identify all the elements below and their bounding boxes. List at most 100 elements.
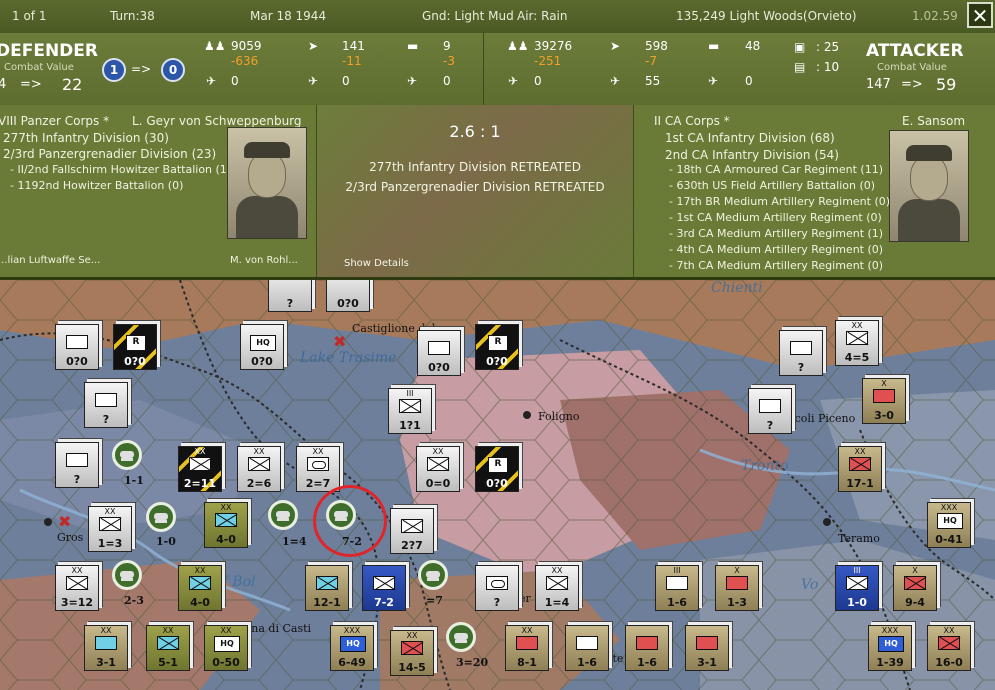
attacker-commander-portrait — [889, 130, 969, 242]
unit-counter[interactable]: ? — [55, 442, 99, 488]
unit-counter[interactable]: R 0?0 — [475, 324, 519, 370]
defender-commander: L. Geyr von Schweppenburg — [132, 114, 302, 128]
defender-corps: VIII Panzer Corps * — [0, 114, 110, 128]
bomber-icon: ✈ — [610, 74, 621, 88]
unit-counter[interactable]: R 0?0 — [113, 324, 157, 370]
unit-counter[interactable]: 0?0 — [55, 324, 99, 370]
unit-counter[interactable]: XX 2=7 — [296, 446, 340, 492]
unit-counter[interactable]: XX 5-1 — [146, 625, 190, 671]
armor-badge[interactable] — [418, 560, 448, 590]
unit-counter[interactable]: X 9-4 — [893, 565, 937, 611]
unit-counter[interactable]: HQ 0?0 — [240, 324, 284, 370]
armor-badge[interactable] — [112, 560, 142, 590]
fuel-icon: ▤ — [794, 60, 806, 74]
armor-badge[interactable] — [146, 502, 176, 532]
unit-counter[interactable]: 7-2 — [362, 565, 406, 611]
unit-counter[interactable]: XX 1=4 — [535, 565, 579, 611]
unit-counter[interactable]: XXX HQ 1-39 — [868, 625, 912, 671]
unit-counter[interactable]: 0?0 — [417, 330, 461, 376]
unit-counter[interactable]: 1-6 — [625, 625, 669, 671]
close-button[interactable]: ✕ — [967, 2, 993, 28]
map-label-ascoli: scoli Piceno — [789, 412, 856, 425]
defender-unit-cut: M. von Rohl... — [230, 255, 298, 266]
combat-details-panel: VIII Panzer Corps * L. Geyr von Schweppe… — [0, 105, 995, 280]
defender-men-loss: -636 — [231, 54, 259, 68]
unit-counter[interactable]: XX 14-5 — [390, 630, 434, 676]
unit-counter[interactable]: 1-6 — [565, 625, 609, 671]
unit-counter[interactable]: XX 0=0 — [416, 446, 460, 492]
air-condition: Air: Rain — [517, 9, 568, 23]
unit-counter[interactable]: XX 17-1 — [838, 446, 882, 492]
unit-counter[interactable]: 0?0 — [326, 280, 370, 312]
defender-title: DEFENDER — [0, 41, 98, 61]
unit-counter[interactable]: XX 2=11 — [178, 446, 222, 492]
unit-strength: 1-0 — [156, 535, 176, 548]
unit-counter[interactable]: R 0?0 — [475, 446, 519, 492]
defender-tanks-loss: -3 — [443, 54, 455, 68]
defender-units-pane: VIII Panzer Corps * L. Geyr von Schweppe… — [0, 105, 317, 277]
attacker-supply-b: : 10 — [816, 60, 840, 74]
unit-counter[interactable]: III 1-6 — [655, 565, 699, 611]
result-line: 2/3rd Panzergrenadier Division RETREATED — [345, 180, 605, 194]
attacker-planes-c: 0 — [745, 74, 753, 88]
tank-icon: ▬ — [407, 39, 419, 53]
unit-counter[interactable]: XX 3-1 — [84, 625, 128, 671]
battle-marker: ✖ — [58, 512, 72, 531]
attacker-unit: - 4th CA Medium Artillery Regiment (0) — [669, 243, 884, 256]
unit-counter[interactable]: XXX HQ 0-41 — [927, 502, 971, 548]
show-details-link[interactable]: Show Details — [344, 258, 409, 269]
ground-condition: Gnd: Light Mud — [422, 9, 514, 23]
unit-counter[interactable]: X 1-3 — [715, 565, 759, 611]
unit-counter[interactable]: ? — [748, 388, 792, 434]
defender-unit: - II/2nd Fallschirm Howitzer Battalion (… — [10, 163, 232, 176]
unit-counter[interactable]: XX 4-0 — [204, 502, 248, 548]
map-label-grosseto: Gros — [57, 531, 84, 544]
defender-unit-cut: ...lian Luftwaffe Se... — [0, 255, 101, 266]
unit-counter[interactable]: XX 2=6 — [237, 446, 281, 492]
defender-planes-c: 0 — [443, 74, 451, 88]
armor-badge[interactable] — [446, 622, 476, 652]
defender-token-to: 0 — [161, 58, 185, 82]
tank-icon: ▬ — [708, 39, 720, 53]
unit-counter[interactable]: XX 16-0 — [927, 625, 971, 671]
hex-map[interactable]: Chienti Castiglione del Lake Trasime Fol… — [0, 280, 995, 690]
unit-counter[interactable]: XX 4-0 — [178, 565, 222, 611]
attacker-unit: - 17th BR Medium Artillery Regiment (0) — [669, 195, 891, 208]
unit-counter[interactable]: ? — [475, 565, 519, 611]
attacker-guns-loss: -7 — [645, 54, 657, 68]
unit-counter[interactable]: ? — [84, 382, 128, 428]
combat-summary-header: DEFENDER Combat Value 4 => 22 1 => 0 ♟♟ … — [0, 33, 995, 107]
attacker-planes-b: 55 — [645, 74, 661, 88]
attacker-cv-label: Combat Value — [877, 62, 947, 73]
armor-badge[interactable] — [268, 500, 298, 530]
unit-counter[interactable]: III 1-0 — [835, 565, 879, 611]
unit-counter[interactable]: 3-1 — [685, 625, 729, 671]
unit-counter[interactable]: XX HQ 0-50 — [204, 625, 248, 671]
unit-counter[interactable]: XX 1=3 — [88, 506, 132, 552]
page-indicator: 1 of 1 — [12, 9, 47, 23]
unit-counter[interactable]: X 3-0 — [862, 378, 906, 424]
defender-unit: 2/3rd Panzergrenadier Division (23) — [3, 147, 217, 161]
defender-cv-arrow: => — [20, 77, 42, 92]
selected-hex-highlight — [313, 485, 387, 557]
unit-counter[interactable]: XX 3=12 — [55, 565, 99, 611]
unit-counter[interactable]: 12-1 — [305, 565, 349, 611]
attacker-title: ATTACKER — [866, 41, 964, 61]
unit-counter[interactable]: XX 8-1 — [505, 625, 549, 671]
unit-counter[interactable]: III 1?1 — [388, 388, 432, 434]
attacker-men: 39276 — [534, 39, 573, 53]
attacker-guns: 598 — [645, 39, 668, 53]
unit-counter[interactable]: ? — [268, 280, 312, 312]
gun-icon: ➤ — [308, 39, 319, 53]
defender-unit: 277th Infantry Division (30) — [3, 131, 169, 145]
attacker-unit: - 1st CA Medium Artillery Regiment (0) — [669, 211, 882, 224]
unit-counter[interactable]: XXX HQ 6-49 — [330, 625, 374, 671]
unit-counter[interactable]: XX 4=5 — [835, 320, 879, 366]
attacker-men-loss: -251 — [534, 54, 562, 68]
armor-badge[interactable] — [112, 440, 142, 470]
men-icon: ♟♟ — [204, 39, 226, 53]
unit-counter[interactable]: 2?7 — [390, 508, 434, 554]
map-label-teramo: Teramo — [838, 532, 880, 545]
unit-counter[interactable]: ? — [779, 330, 823, 376]
attacker-planes-a: 0 — [534, 74, 542, 88]
